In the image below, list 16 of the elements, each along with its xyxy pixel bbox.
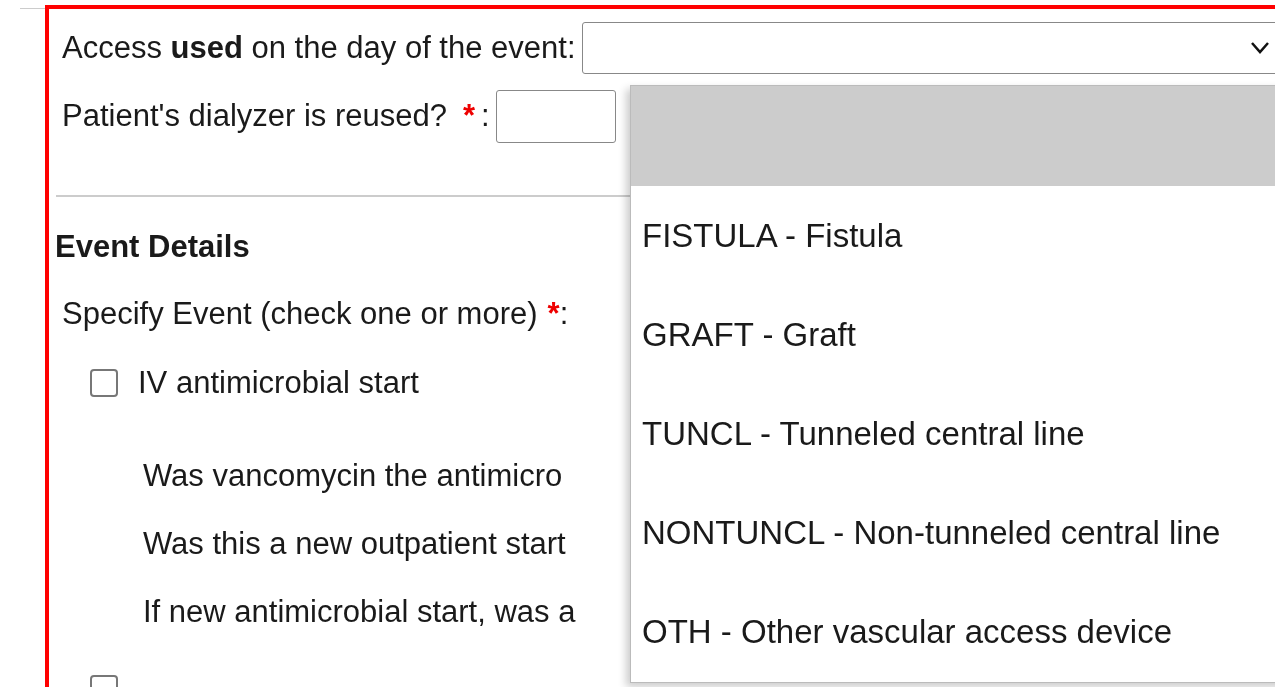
question-text: If new antimicrobial start, was a bbox=[143, 592, 576, 631]
checkbox-label: IV antimicrobial start bbox=[138, 363, 419, 402]
colon: : bbox=[559, 294, 569, 333]
section-title: Event Details bbox=[55, 228, 250, 266]
field-label: Patient's dialyzer is reused? bbox=[62, 97, 447, 136]
checkbox[interactable] bbox=[90, 369, 118, 397]
question-text: Was vancomycin the antimicro bbox=[143, 456, 563, 495]
required-mark: * bbox=[547, 294, 560, 333]
question-text: Was this a new outpatient start bbox=[143, 524, 566, 563]
field-label: Access used on the day of the event: bbox=[62, 28, 576, 67]
field-label: Specify Event (check one or more) bbox=[62, 294, 538, 333]
chevron-down-icon bbox=[1251, 42, 1269, 54]
required-mark: * bbox=[463, 97, 476, 136]
access-select[interactable] bbox=[581, 22, 1275, 74]
colon: : bbox=[481, 97, 490, 136]
reuse-select[interactable] bbox=[495, 90, 616, 143]
